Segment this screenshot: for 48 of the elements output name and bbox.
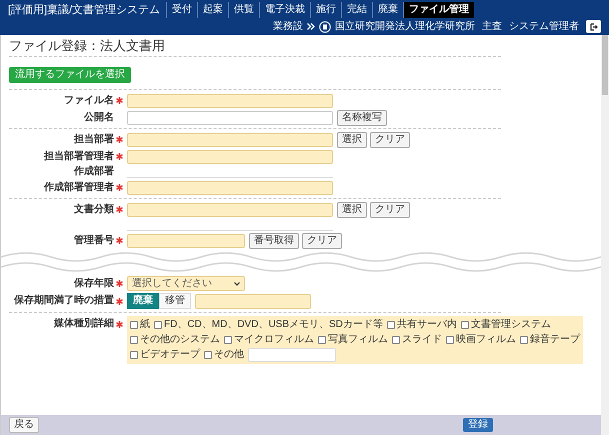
nav-tab[interactable]: 施行 bbox=[310, 2, 342, 18]
checkbox-label: 録音テープ bbox=[530, 335, 580, 345]
field-label: 担当部署 bbox=[74, 134, 114, 144]
checkbox-label: FD、CD、MD、DVD、USBメモリ、SDカード等 bbox=[164, 320, 383, 330]
toggle-option[interactable]: 廃棄 bbox=[127, 293, 159, 309]
checkbox-label: マイクロフィルム bbox=[234, 335, 314, 345]
small-button[interactable]: クリア bbox=[370, 202, 410, 218]
register-button[interactable]: 登録 bbox=[463, 418, 493, 432]
small-button[interactable]: クリア bbox=[302, 232, 342, 248]
small-button[interactable]: 選択 bbox=[337, 202, 367, 218]
checkbox-label: 文書管理システム bbox=[470, 320, 551, 330]
checkbox-label: その他 bbox=[214, 350, 244, 360]
small-button[interactable]: 選択 bbox=[337, 132, 367, 148]
nav-tab[interactable]: 受付 bbox=[166, 2, 198, 18]
field-label: 作成部署管理者 bbox=[44, 182, 114, 192]
back-button[interactable]: 戻る bbox=[9, 417, 39, 433]
field-label: 文書分類 bbox=[74, 204, 114, 214]
field-label: 担当部署管理者 bbox=[44, 152, 114, 162]
checkbox-label: スライド bbox=[402, 335, 442, 345]
nav-tab[interactable]: 供覧 bbox=[228, 2, 260, 18]
field-label: ファイル名 bbox=[64, 96, 114, 106]
small-button[interactable]: クリア bbox=[370, 132, 410, 148]
page-title: ファイル登録：法人文書用 bbox=[9, 37, 166, 55]
nav-tab[interactable]: 完結 bbox=[341, 2, 372, 18]
checkbox-label: ビデオテープ bbox=[140, 350, 200, 360]
user-name: システム管理者 bbox=[509, 22, 579, 32]
field-label: 保存年限 bbox=[74, 278, 114, 288]
menu-link[interactable]: 業務設 bbox=[273, 22, 303, 32]
field-label: 媒体種別詳細 bbox=[54, 319, 114, 329]
checkbox-label: 共有サーバ内 bbox=[396, 320, 457, 330]
field-label: 作成部署 bbox=[74, 167, 114, 177]
checkbox-label: その他のシステム bbox=[140, 335, 220, 345]
select-field[interactable]: 選択してください bbox=[127, 276, 245, 291]
field-label: 管理番号 bbox=[74, 236, 114, 246]
small-button[interactable]: 名称複写 bbox=[337, 110, 387, 126]
small-button[interactable]: 番号取得 bbox=[249, 232, 299, 248]
toggle-option[interactable]: 移管 bbox=[159, 293, 191, 309]
user-role: 主査 bbox=[482, 22, 502, 32]
checkbox-label: 写真フィルム bbox=[328, 335, 388, 345]
nav-tab[interactable]: ファイル管理 bbox=[403, 2, 474, 18]
nav-tab[interactable]: 電子決裁 bbox=[259, 2, 310, 18]
field-label: 保存期間満了時の措置 bbox=[14, 296, 114, 306]
field-label: 公開名 bbox=[84, 112, 114, 122]
checkbox-label: 紙 bbox=[140, 320, 150, 330]
app-title: [評価用]稟議/文書管理システム bbox=[8, 4, 160, 16]
organization-name: 国立研究開発法人理化学研究所 bbox=[335, 22, 475, 32]
checkbox-label: 映画フィルム bbox=[456, 335, 516, 345]
nav-tab[interactable]: 起案 bbox=[197, 2, 228, 18]
